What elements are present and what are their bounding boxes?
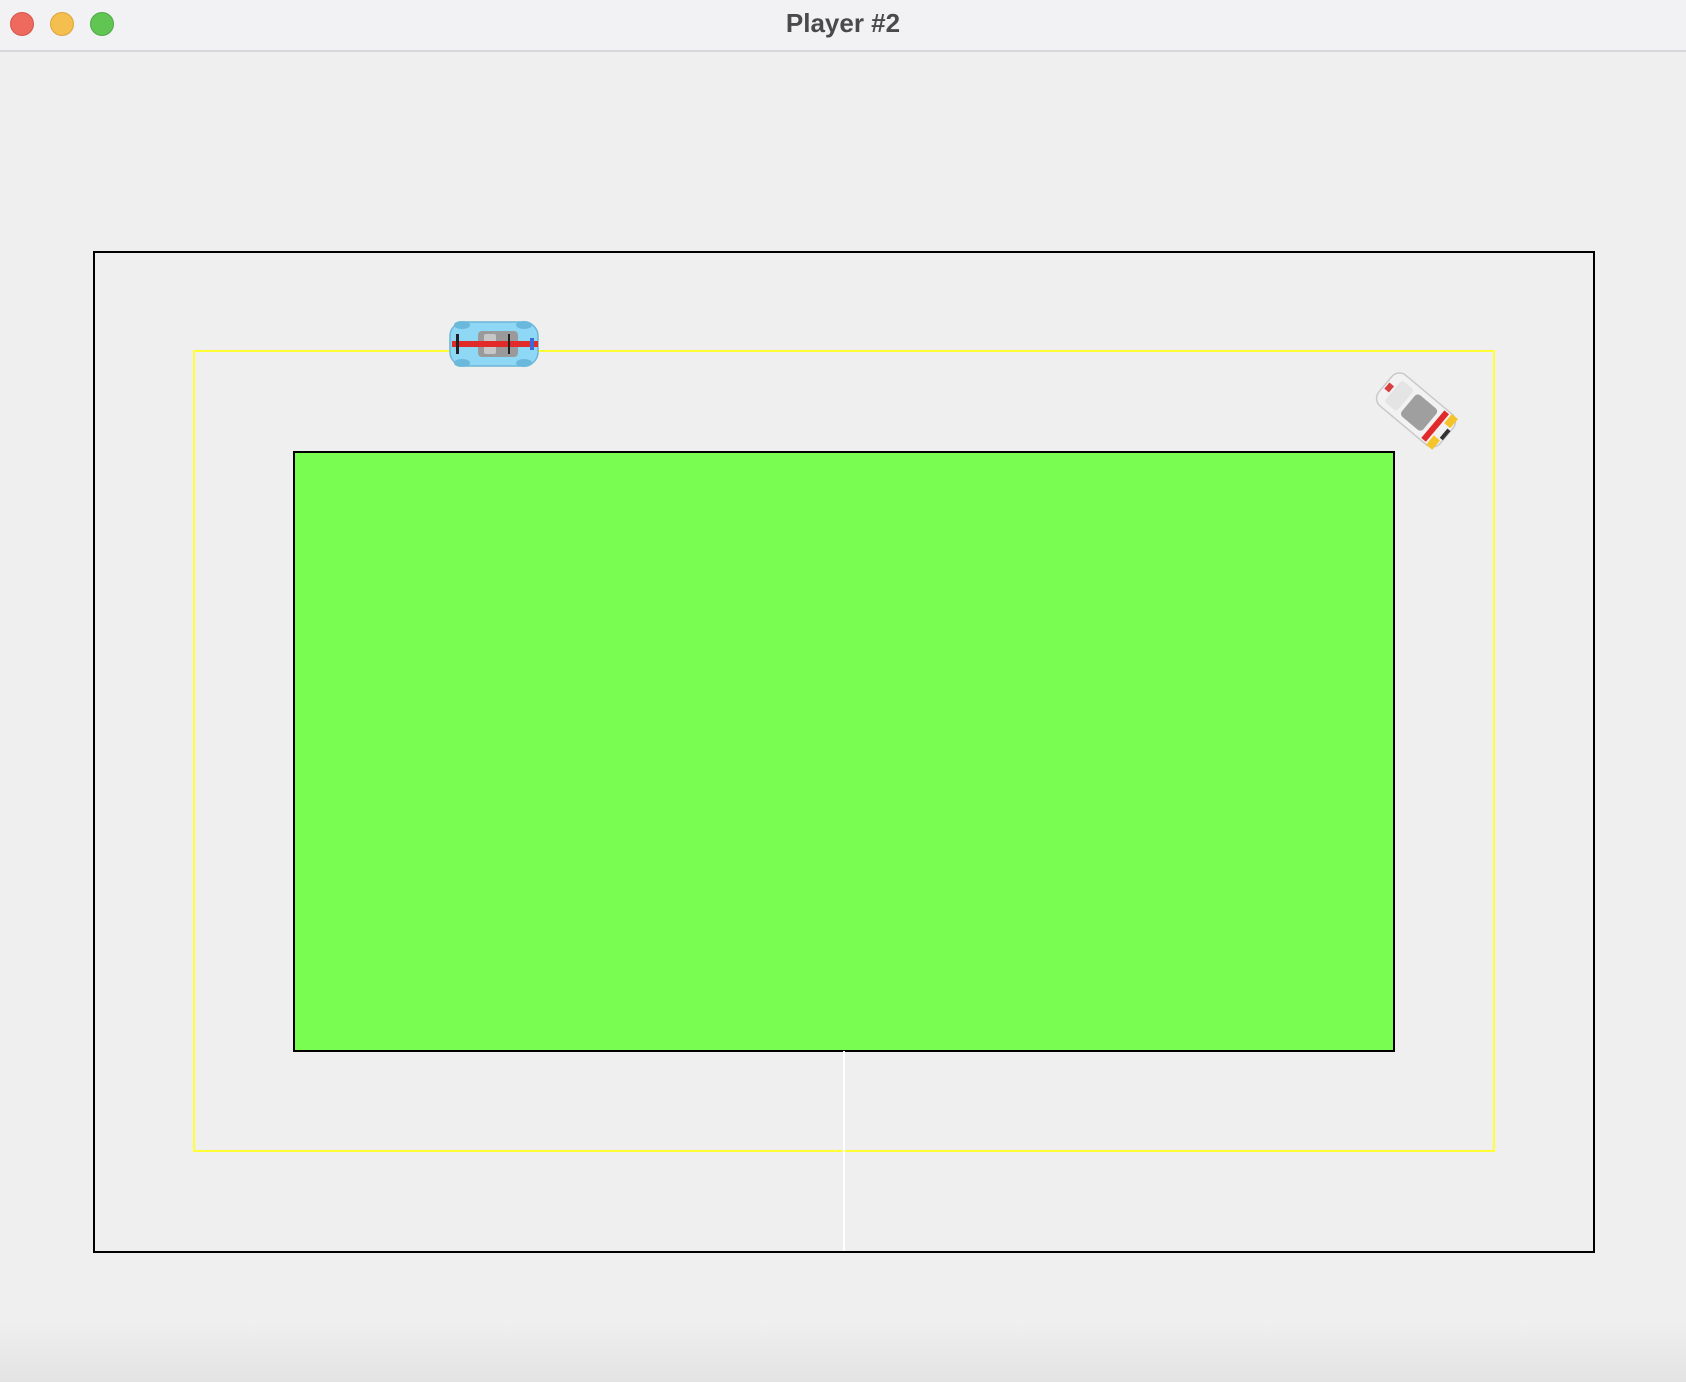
race-canvas[interactable]	[0, 52, 1686, 1382]
window-title: Player #2	[785, 8, 901, 38]
game-window: Player #2	[0, 0, 1686, 1382]
blue-race-car	[449, 321, 539, 367]
bottom-shadow	[0, 1322, 1686, 1382]
infield-grass	[293, 451, 1395, 1052]
race-track	[93, 251, 1595, 1253]
white-race-car	[1375, 372, 1458, 450]
title-bar[interactable]: Player #2	[0, 0, 1686, 52]
